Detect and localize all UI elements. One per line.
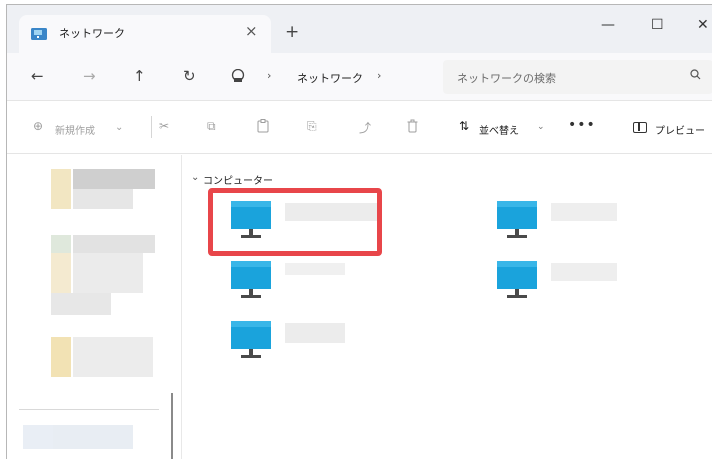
sort-caret-icon: ⌄: [537, 122, 545, 132]
preview-button[interactable]: プレビュー: [655, 122, 705, 137]
nav-item-icon: [51, 235, 71, 253]
nav-item-icon: [51, 337, 71, 377]
preview-pane-icon: [633, 122, 647, 133]
maximize-button[interactable]: ☐: [651, 17, 664, 33]
cut-button[interactable]: ✂: [159, 119, 169, 133]
computer-icon: [231, 261, 271, 298]
close-tab-icon[interactable]: ×: [245, 22, 258, 40]
command-bar: ⊕ 新規作成 ⌄ ✂ ⧉ ⎘ ⤴ ⇅ 並べ替え ⌄ ••• プレビュー: [7, 102, 712, 154]
command-separator: [151, 116, 152, 138]
rename-button[interactable]: ⎘: [307, 119, 317, 134]
computer-icon: [497, 201, 537, 238]
tab-label: ネットワーク: [59, 27, 125, 40]
computer-item[interactable]: [229, 259, 409, 307]
nav-item-icon: [51, 169, 71, 209]
nav-item-icon: [23, 425, 53, 449]
delete-button[interactable]: [407, 119, 418, 133]
nav-item-icon: [51, 253, 71, 293]
address-row: ← → ↑ ↻ › ネットワーク › ネットワークの検索: [7, 53, 712, 101]
tab-network[interactable]: ネットワーク ×: [19, 15, 271, 53]
refresh-button[interactable]: ↻: [183, 67, 196, 85]
network-icon: [231, 69, 245, 82]
nav-item-label[interactable]: [73, 235, 155, 253]
search-placeholder: ネットワークの検索: [457, 72, 556, 85]
minimize-button[interactable]: —: [601, 17, 615, 33]
computer-name: [285, 263, 345, 275]
close-window-button[interactable]: ✕: [697, 17, 709, 33]
search-icon: [690, 69, 701, 80]
nav-scrollbar[interactable]: [171, 393, 173, 459]
nav-item-label[interactable]: [73, 189, 133, 209]
sort-icon: ⇅: [459, 119, 470, 133]
new-caret-icon: ⌄: [115, 122, 124, 133]
breadcrumb-network[interactable]: ネットワーク: [297, 70, 363, 86]
group-header-computers[interactable]: コンピューター: [203, 172, 273, 187]
computer-item[interactable]: [229, 319, 409, 367]
computer-name: [285, 323, 345, 343]
navigation-pane: [7, 155, 182, 459]
breadcrumb-chevron-icon[interactable]: ›: [377, 69, 381, 82]
computer-item[interactable]: [495, 199, 675, 247]
nav-item-label[interactable]: [51, 293, 111, 315]
computer-icon: [497, 261, 537, 298]
new-icon: ⊕: [33, 119, 44, 133]
paste-button[interactable]: [257, 119, 269, 133]
new-tab-button[interactable]: +: [285, 22, 299, 42]
computer-name: [551, 203, 617, 221]
highlight-box: [208, 188, 382, 256]
computer-icon: [231, 321, 271, 358]
forward-button[interactable]: →: [83, 67, 96, 85]
share-button[interactable]: ⤴: [359, 119, 371, 136]
search-box[interactable]: ネットワークの検索: [443, 60, 712, 94]
title-bar: ネットワーク × + — ☐ ✕: [7, 5, 712, 53]
new-button[interactable]: 新規作成: [55, 122, 95, 137]
group-collapse-icon[interactable]: ⌄: [191, 172, 199, 183]
up-button[interactable]: ↑: [133, 67, 146, 85]
nav-item-label[interactable]: [53, 425, 133, 449]
more-options-button[interactable]: •••: [568, 117, 596, 133]
network-folder-icon: [31, 28, 47, 40]
nav-item-label[interactable]: [73, 253, 143, 293]
computer-name: [551, 263, 617, 281]
sort-button[interactable]: 並べ替え: [479, 122, 519, 137]
nav-item-label[interactable]: [73, 337, 153, 377]
computer-item[interactable]: [495, 259, 675, 307]
breadcrumb-separator-icon: ›: [267, 69, 272, 82]
back-button[interactable]: ←: [31, 67, 44, 85]
copy-button[interactable]: ⧉: [207, 119, 216, 134]
nav-item-label[interactable]: [73, 169, 155, 189]
nav-divider: [19, 409, 159, 410]
